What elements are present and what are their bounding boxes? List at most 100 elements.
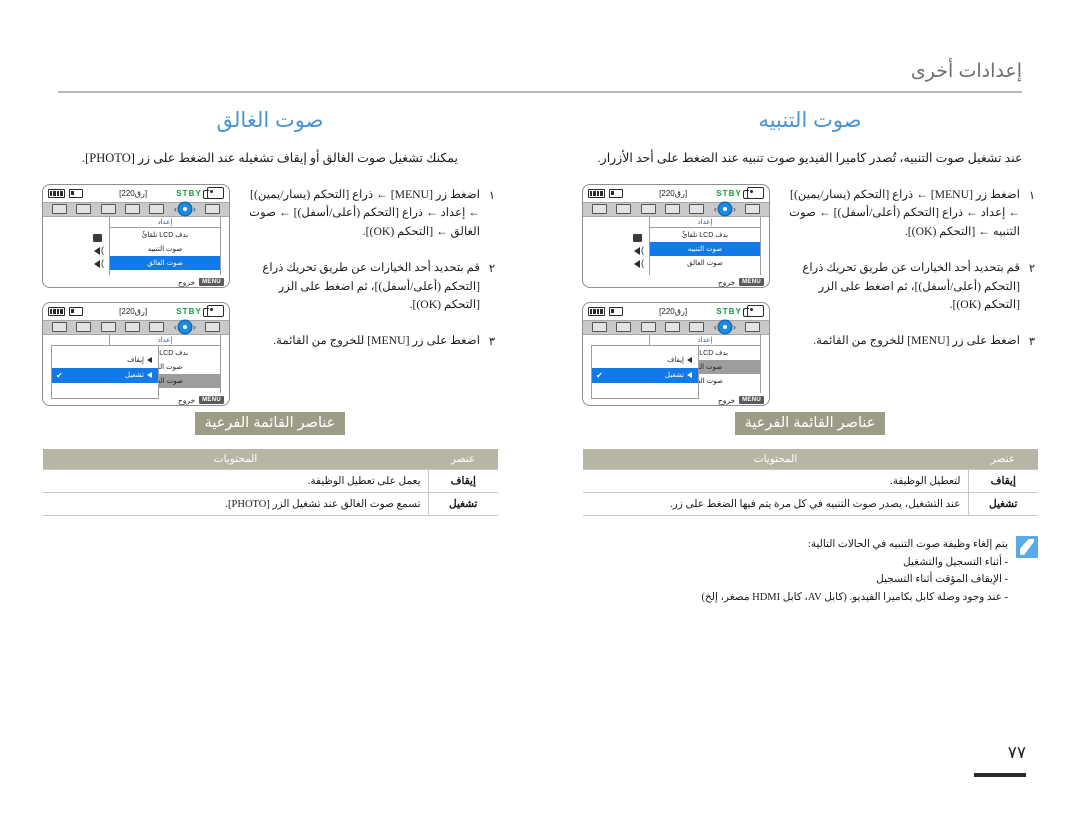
lcd-menu-row[interactable]: صوت الغالق	[650, 256, 760, 270]
table-cell-desc: عند التشغيل، يصدر صوت التنبيه في كل مرة …	[582, 492, 968, 516]
gear-icon[interactable]	[178, 203, 191, 216]
tab-icon-image[interactable]	[591, 204, 607, 215]
tab-icon-grid[interactable]	[689, 322, 705, 333]
gear-icon[interactable]	[718, 203, 731, 216]
lcd-menu-row-selected[interactable]: صوت الغالق	[110, 255, 220, 270]
gear-icon[interactable]	[178, 321, 191, 334]
stby-indicator: STBY	[176, 306, 202, 316]
tab-icon-list[interactable]	[665, 204, 681, 215]
submenu-items-badge: عناصر القائمة الفرعية	[734, 411, 886, 435]
tab-icon-thumbnail[interactable]	[205, 204, 221, 215]
tab-setting-selected[interactable]: ‹ ›	[174, 321, 196, 334]
brightness-icon	[632, 233, 642, 242]
lcd-menu-row-selected[interactable]: صوت التنبيه	[650, 241, 760, 256]
tab-icon-grid[interactable]	[149, 322, 165, 333]
note-list: أثناء التسجيل والتشغيل الإيقاف المؤقت أث…	[582, 554, 1008, 606]
lcd-submenu-option-label: تشغيل	[665, 372, 684, 380]
chevron-left-icon[interactable]: ‹	[733, 322, 736, 332]
page-number-rule	[974, 773, 1026, 777]
memory-card-icon	[68, 188, 83, 198]
tab-icon-grid[interactable]	[689, 204, 705, 215]
table-row: تشغيل عند التشغيل، يصدر صوت التنبيه في ك…	[582, 492, 1038, 516]
chevron-right-icon[interactable]: ›	[174, 322, 177, 332]
tab-icon-thumbnail[interactable]	[205, 322, 221, 333]
lcd-menu-row[interactable]: بدف LCD تلقائً	[110, 228, 220, 242]
tab-icon-display[interactable]	[616, 322, 632, 333]
step-text: اضغط على زر [MENU] للخروج من القائمة.	[273, 334, 480, 348]
frame-counter: [220رق]	[119, 306, 148, 316]
chevron-left-icon[interactable]: ‹	[193, 204, 196, 214]
lcd-submenu-option-label: إيقاف	[667, 357, 684, 365]
gear-icon[interactable]	[718, 321, 731, 334]
tab-icon-image[interactable]	[51, 322, 67, 333]
lcd-menu-heading: إعداد	[110, 217, 220, 228]
tab-icon-list[interactable]	[665, 322, 681, 333]
tab-setting-selected[interactable]: ‹ ›	[174, 203, 196, 216]
camcorder-icon	[743, 187, 764, 200]
exit-label: خروج	[177, 277, 196, 287]
lcd-menu-row-label: صوت التنبيه	[147, 245, 183, 253]
lcd-screen-mock: STBY [220رق] ‹ ›	[582, 301, 770, 406]
tab-icon-chart[interactable]	[640, 322, 656, 333]
lcd-menu-panel: إعداد بدف LCD تلقائً صوت التنبيه صوت الغ…	[109, 216, 221, 275]
lcd-submenu-option-selected[interactable]: تشغيل ✔	[52, 367, 158, 383]
frame-counter: [220رق]	[659, 188, 688, 198]
tab-setting-selected[interactable]: ‹ ›	[714, 321, 736, 334]
tab-icon-list[interactable]	[125, 204, 141, 215]
lcd-menu-area: إعداد بدف LCD تلقائً صوت التنبيه صوت الغ…	[43, 216, 229, 287]
tab-icon-image[interactable]	[591, 322, 607, 333]
lcd-submenu-popup: إيقاف تشغيل ✔	[51, 344, 159, 399]
lcd-menu-row-label: صوت التنبيه	[687, 245, 723, 253]
chevron-left-icon[interactable]: ‹	[193, 322, 196, 332]
tab-icon-image[interactable]	[51, 204, 67, 215]
tab-icon-list[interactable]	[125, 322, 141, 333]
tab-setting-selected[interactable]: ‹ ›	[714, 203, 736, 216]
tab-icon-display[interactable]	[76, 204, 92, 215]
table-header-row: عنصر المحتويات	[42, 448, 498, 470]
submenu-items-section-alert: عناصر القائمة الفرعية عنصر المحتويات إيق…	[582, 411, 1038, 516]
lcd-submenu-option[interactable]: إيقاف	[52, 353, 158, 368]
step-number: ٣	[1028, 336, 1036, 349]
lcd-submenu-option-selected[interactable]: تشغيل ✔	[592, 367, 698, 383]
table-cell-desc: تسمع صوت الغالق عند تشغيل الزر [PHOTO].	[42, 492, 428, 516]
memory-card-icon	[608, 306, 623, 316]
running-head: إعدادات أخرى	[58, 60, 1022, 93]
table-cell-desc: لتعطيل الوظيفة.	[582, 468, 968, 493]
tab-icon-grid[interactable]	[149, 204, 165, 215]
step-number: ١	[1028, 189, 1036, 202]
tab-icon-chart[interactable]	[640, 204, 656, 215]
table-row: تشغيل تسمع صوت الغالق عند تشغيل الزر [PH…	[42, 492, 498, 516]
procedure-shutter: ١ اضغط زر [MENU] ← ذراع [التحكم (يسار/يم…	[42, 183, 498, 406]
steps-list-shutter: ١ اضغط زر [MENU] ← ذراع [التحكم (يسار/يم…	[240, 184, 498, 406]
lcd-menu-row[interactable]: بدف LCD تلقائً	[650, 228, 760, 242]
content-columns: صوت التنبيه عند تشغيل صوت التنبيه، تُصدر…	[0, 108, 1080, 708]
tab-icon-display[interactable]	[76, 322, 92, 333]
section-title-alert: صوت التنبيه	[758, 109, 862, 132]
lcd-tab-bar[interactable]: ‹ ›	[583, 319, 769, 335]
chevron-right-icon[interactable]: ›	[714, 322, 717, 332]
lcd-menu-row[interactable]: صوت التنبيه	[110, 242, 220, 256]
lcd-submenu-option[interactable]: إيقاف	[592, 353, 698, 368]
note-content: يتم إلغاء وظيفة صوت التنبيه في الحالات ا…	[582, 536, 1009, 606]
tab-icon-thumbnail[interactable]	[745, 204, 761, 215]
lcd-exit-hint: MENU خروج	[718, 396, 764, 405]
tab-icon-chart[interactable]	[100, 322, 116, 333]
lcd-menu-area: إعداد بدف LCD تلقائً صوت التنبيه صوت الغ…	[43, 334, 229, 405]
exit-label: خروج	[717, 277, 736, 287]
tab-icon-chart[interactable]	[100, 204, 116, 215]
lcd-tab-bar[interactable]: ‹ ›	[43, 319, 229, 335]
lead-paragraph-shutter: يمكنك تشغيل صوت الغالق أو إيقاف تشغيله ع…	[81, 151, 458, 165]
tab-icon-display[interactable]	[616, 204, 632, 215]
step-item: ٣ اضغط على زر [MENU] للخروج من القائمة.	[780, 332, 1038, 351]
menu-button-glyph: MENU	[739, 396, 764, 405]
chevron-right-icon[interactable]: ›	[714, 204, 717, 214]
tab-icon-thumbnail[interactable]	[745, 322, 761, 333]
section-title-shutter: صوت الغالق	[216, 109, 324, 132]
lcd-menu-area: إعداد بدف LCD تلقائً صوت التنبيه صوت الغ…	[583, 334, 769, 405]
chevron-left-icon[interactable]: ‹	[733, 204, 736, 214]
lcd-tab-bar[interactable]: ‹ ›	[583, 201, 769, 217]
stby-indicator: STBY	[176, 188, 202, 198]
chevron-right-icon[interactable]: ›	[174, 204, 177, 214]
lcd-tab-bar[interactable]: ‹ ›	[43, 201, 229, 217]
frame-counter: [220رق]	[119, 188, 148, 198]
